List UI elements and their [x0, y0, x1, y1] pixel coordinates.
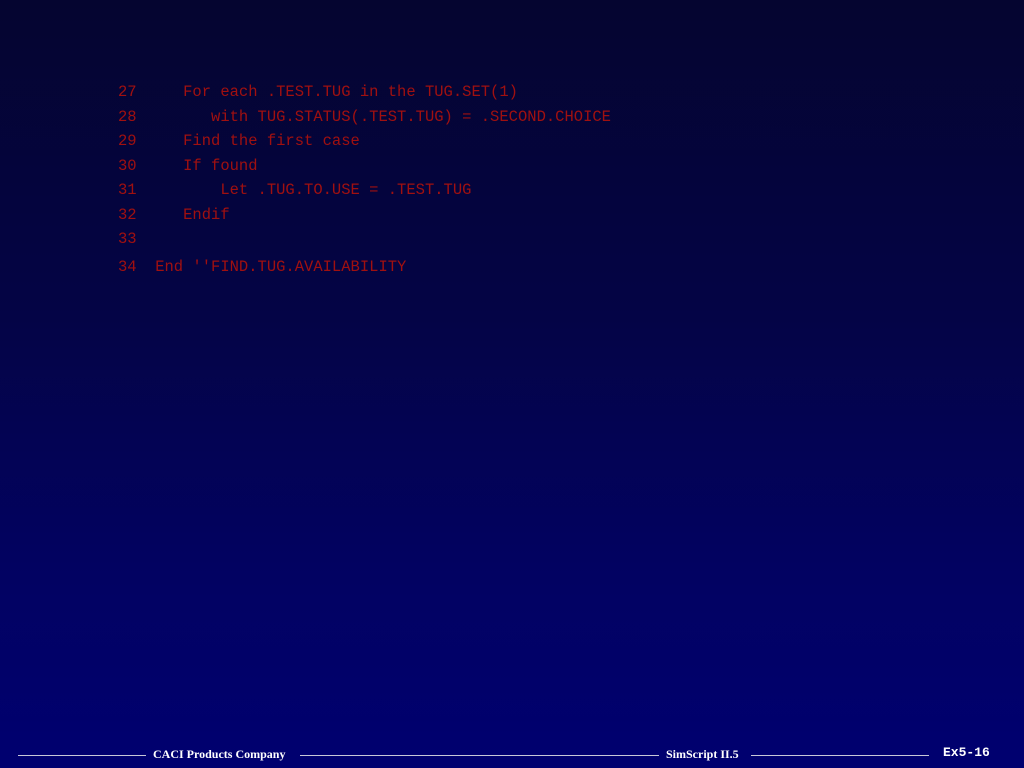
footer-divider [18, 755, 146, 756]
footer-product: SimScript II.5 [666, 747, 739, 761]
code-line-27: 27 For each .TEST.TUG in the TUG.SET(1) [118, 83, 518, 101]
slide-number: Ex5-16 [943, 745, 990, 760]
code-line-34: 34 End ''FIND.TUG.AVAILABILITY [118, 258, 407, 276]
slide-footer: CACI Products Company SimScript II.5 Ex5… [0, 744, 1024, 768]
code-line-29: 29 Find the first case [118, 132, 360, 150]
footer-divider [751, 755, 929, 756]
footer-company: CACI Products Company [153, 747, 286, 761]
footer-divider [300, 755, 659, 756]
code-line-28: 28 with TUG.STATUS(.TEST.TUG) = .SECOND.… [118, 108, 611, 126]
code-line-31: 31 Let .TUG.TO.USE = .TEST.TUG [118, 181, 472, 199]
code-line-30: 30 If found [118, 157, 258, 175]
code-line-32: 32 Endif [118, 206, 230, 224]
code-line-33: 33 [118, 230, 137, 248]
